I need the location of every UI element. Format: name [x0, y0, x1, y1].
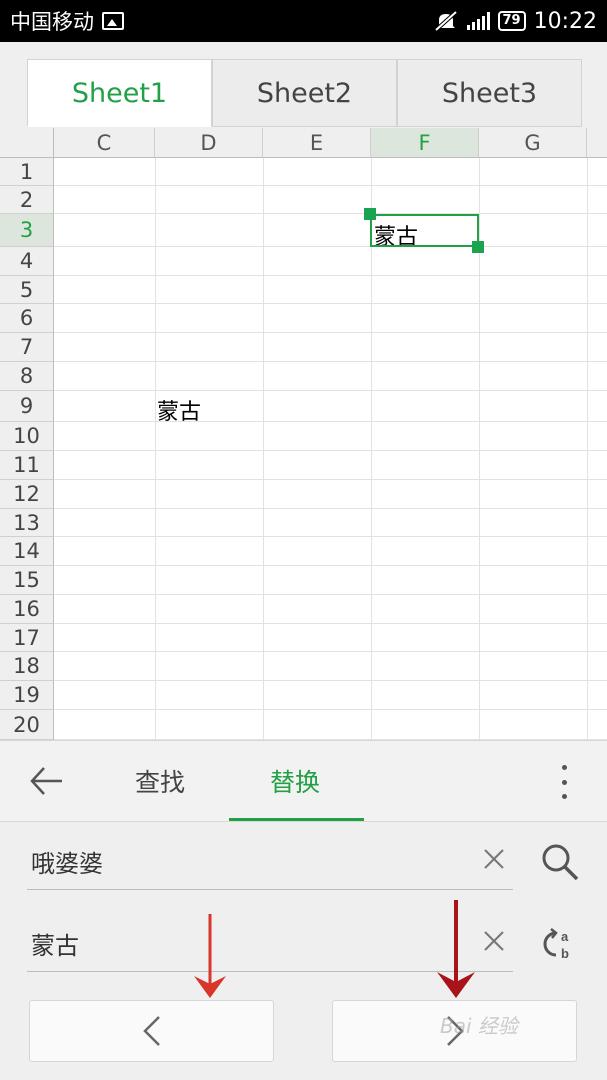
previous-match-button[interactable]: [29, 1000, 274, 1062]
row-header-1[interactable]: 1: [0, 158, 54, 186]
column-header-e[interactable]: E: [263, 128, 371, 158]
selected-cell-outline: [370, 214, 479, 247]
active-tab-indicator: [229, 818, 364, 821]
grid-line: [54, 680, 607, 681]
select-all-corner[interactable]: [0, 128, 54, 158]
row-header-16[interactable]: 16: [0, 595, 54, 624]
battery-level: 79: [497, 11, 526, 31]
row-header-19[interactable]: 19: [0, 681, 54, 710]
svg-text:a: a: [561, 929, 569, 944]
replace-icon[interactable]: a b: [540, 924, 580, 964]
grid-line: [54, 185, 607, 186]
annotation-arrow-right: [437, 900, 475, 998]
row-header-6[interactable]: 6: [0, 304, 54, 333]
row-header-2[interactable]: 2: [0, 186, 54, 214]
grid-line: [54, 390, 607, 391]
cell-d9[interactable]: 蒙古: [157, 394, 201, 426]
find-replace-header: 查找 替换: [0, 740, 607, 822]
grid-line: [54, 421, 607, 422]
grid-line: [54, 246, 607, 247]
clear-replace-icon[interactable]: [483, 930, 505, 952]
sheet-tab-bar: Sheet1 Sheet2 Sheet3: [0, 42, 607, 128]
column-header-d[interactable]: D: [155, 128, 263, 158]
column-header-partial[interactable]: [587, 128, 607, 158]
grid-line: [54, 536, 607, 537]
tab-find[interactable]: 查找: [135, 763, 185, 799]
grid-line: [54, 303, 607, 304]
tab-sheet2[interactable]: Sheet2: [212, 59, 397, 127]
column-header-f[interactable]: F: [371, 128, 479, 158]
search-icon[interactable]: [540, 842, 580, 882]
watermark: Bai 经验: [440, 1014, 518, 1038]
row-header-13[interactable]: 13: [0, 509, 54, 537]
row-header-20[interactable]: 20: [0, 710, 54, 740]
grid-line: [54, 709, 607, 710]
grid-line: [54, 508, 607, 509]
row-header-14[interactable]: 14: [0, 537, 54, 566]
selection-handle-bottom-right[interactable]: [472, 241, 484, 253]
back-arrow-icon[interactable]: [28, 763, 64, 799]
row-header-4[interactable]: 4: [0, 247, 54, 276]
spreadsheet-grid[interactable]: C D E F G 1 2 3 4 5 6 7 8 9 10 11 12 13 14 15 16 17 18 19 2…: [0, 128, 607, 740]
row-header-5[interactable]: 5: [0, 276, 54, 304]
chevron-left-icon: [142, 1016, 160, 1046]
row-header-3[interactable]: 3: [0, 214, 54, 247]
find-input-value[interactable]: 哦婆婆: [31, 844, 103, 879]
more-options-icon[interactable]: [556, 765, 572, 799]
grid-line: [54, 450, 607, 451]
status-icons: 79 10:22: [433, 8, 597, 34]
grid-line: [54, 565, 607, 566]
row-header-10[interactable]: 10: [0, 422, 54, 451]
row-header-18[interactable]: 18: [0, 652, 54, 681]
row-header-7[interactable]: 7: [0, 333, 54, 362]
clock: 10:22: [533, 8, 597, 34]
tab-replace[interactable]: 替换: [270, 763, 320, 799]
clear-find-icon[interactable]: [483, 848, 505, 870]
mute-icon: [434, 10, 457, 32]
replace-input-value[interactable]: 蒙古: [31, 926, 79, 961]
grid-line: [54, 594, 607, 595]
grid-line: [54, 213, 607, 214]
carrier-name: 中国移动: [10, 10, 94, 34]
row-header-11[interactable]: 11: [0, 451, 54, 480]
tab-sheet1[interactable]: Sheet1: [27, 59, 212, 127]
svg-text:b: b: [561, 946, 569, 961]
grid-line: [54, 361, 607, 362]
tab-sheet3[interactable]: Sheet3: [397, 59, 582, 127]
row-header-8[interactable]: 8: [0, 362, 54, 391]
column-header-g[interactable]: G: [479, 128, 587, 158]
signal-icon: [466, 12, 490, 30]
grid-line: [54, 623, 607, 624]
annotation-arrow-left: [194, 914, 226, 998]
grid-line: [54, 651, 607, 652]
row-header-9[interactable]: 9: [0, 391, 54, 422]
column-header-c[interactable]: C: [54, 128, 155, 158]
find-field[interactable]: 哦婆婆: [27, 822, 513, 890]
row-header-15[interactable]: 15: [0, 566, 54, 595]
grid-line: [54, 479, 607, 480]
grid-line: [54, 332, 607, 333]
grid-line: [54, 275, 607, 276]
selection-handle-top-left[interactable]: [364, 208, 376, 220]
image-notification-icon: [102, 12, 124, 30]
row-header-12[interactable]: 12: [0, 480, 54, 509]
row-header-17[interactable]: 17: [0, 624, 54, 652]
status-bar: 中国移动 79 10:22: [0, 0, 607, 42]
